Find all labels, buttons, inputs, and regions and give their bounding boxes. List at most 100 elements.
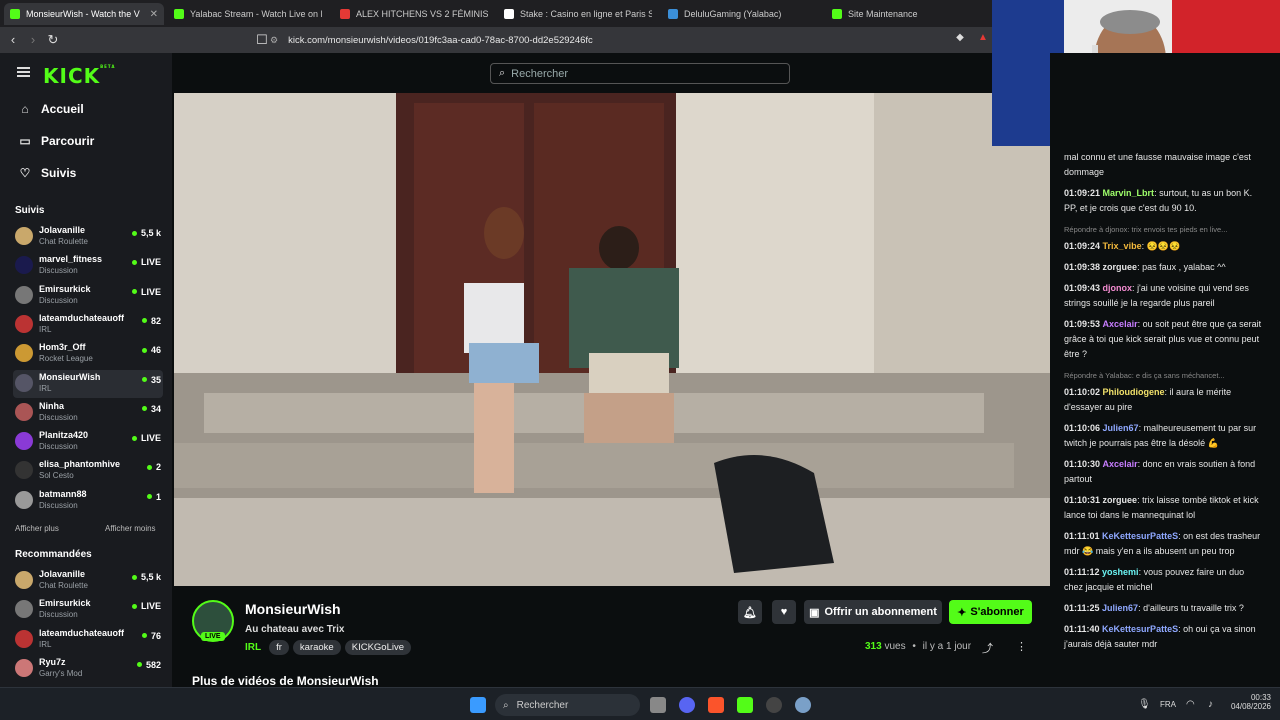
tag-chip[interactable]: karaoke <box>292 640 341 655</box>
gift-sub-button[interactable]: ▣ Offrir un abonnement <box>804 600 942 624</box>
browser-tab[interactable]: Stake : Casino en ligne et Paris Sports <box>498 3 658 25</box>
video-player[interactable] <box>174 93 1050 586</box>
chat-reply-context: Répondre à Yalabac: e dis ça sans méchan… <box>1064 371 1225 380</box>
subscribe-button[interactable]: ✦ S'abonner <box>949 600 1032 624</box>
sidebar-channel[interactable]: Jolavanille Chat Roulette 5,5 k <box>13 223 163 251</box>
channel-category: Discussion <box>39 266 78 276</box>
viewer-count: 1 <box>147 492 161 502</box>
category-link[interactable]: IRL <box>245 642 261 653</box>
sidebar-channel[interactable]: Planitza420 Discussion LIVE <box>13 428 163 456</box>
chat-username[interactable]: zorguee <box>1103 495 1138 505</box>
chat-message: 01:11:01 KeKettesurPatteS: on est des tr… <box>1064 531 1261 556</box>
site-info-icon[interactable]: ⚙ <box>270 35 278 46</box>
nav-browse[interactable]: ▭ Parcourir <box>18 134 94 148</box>
more-options-icon[interactable]: ⋮ <box>1016 640 1027 653</box>
microphone-icon[interactable]: 🎙︎ <box>1138 699 1151 710</box>
chat-username[interactable]: Axcelair <box>1103 319 1138 329</box>
channel-name: elisa_phantomhive <box>39 459 121 470</box>
channel-name[interactable]: MonsieurWish <box>245 601 341 617</box>
chat-message: 01:09:43 djonox: j'ai une voisine qui ve… <box>1064 283 1249 308</box>
channel-category: Discussion <box>39 295 78 305</box>
sidebar-channel[interactable]: batmann88 Discussion 1 <box>13 487 163 515</box>
extension-icon[interactable]: ▲ <box>975 32 991 43</box>
chat-username[interactable]: Marvin_Lbrt <box>1103 188 1155 198</box>
chat-text: mal connu et une fausse mauvaise image c… <box>1064 152 1251 177</box>
reload-icon[interactable]: ↻ <box>45 32 61 48</box>
taskbar-search[interactable]: ⌕ Rechercher <box>495 694 640 716</box>
avatar <box>15 314 33 333</box>
show-less-link[interactable]: Afficher moins <box>105 524 156 533</box>
chat-username[interactable]: Philoudiogene <box>1103 387 1165 397</box>
chat-username[interactable]: Trix_vibe <box>1103 241 1142 251</box>
app-icon[interactable] <box>766 697 782 713</box>
nav-home[interactable]: ⌂ Accueil <box>18 102 83 116</box>
chat-username[interactable]: zorguee <box>1103 262 1138 272</box>
viewer-count: 582 <box>137 660 161 670</box>
volume-icon[interactable]: ♪ <box>1208 699 1213 710</box>
browser-tab[interactable]: DeluluGaming (Yalabac) <box>662 3 822 25</box>
sidebar-channel[interactable]: MonsieurWish IRL 35 <box>13 369 163 398</box>
channel-name: lateamduchateauoff <box>39 312 125 323</box>
chat-username[interactable]: djonox <box>1103 283 1133 293</box>
shield-icon[interactable]: ◆ <box>952 32 968 43</box>
chat-username[interactable]: yoshemi <box>1102 567 1139 577</box>
chat-timestamp: 01:09:53 <box>1064 319 1101 329</box>
avatar <box>15 402 33 421</box>
url-field[interactable]: ⚙ kick.com/monsieurwish/videos/019fc3aa-… <box>270 31 990 49</box>
brave-icon[interactable] <box>708 697 724 713</box>
sidebar-channel[interactable]: marvel_fitness Discussion LIVE <box>13 252 163 280</box>
video-age: il y a 1 jour <box>922 641 972 652</box>
browser-tab[interactable]: Site Maintenance <box>826 3 976 25</box>
language-indicator[interactable]: FRA <box>1160 700 1176 709</box>
chat-username[interactable]: Julien67 <box>1102 603 1138 613</box>
avatar <box>15 461 33 480</box>
sidebar-channel[interactable]: Emirsurkick Discussion LIVE <box>13 596 163 624</box>
tag-chip[interactable]: KICKGoLive <box>344 640 412 655</box>
chat-username[interactable]: Julien67 <box>1103 423 1139 433</box>
viewer-count: LIVE <box>132 433 161 443</box>
share-icon[interactable]: ⤴ <box>982 640 993 656</box>
chat-message: 01:11:12 yoshemi: vous pouvez faire un d… <box>1064 567 1245 592</box>
browser-tab[interactable]: MonsieurWish - Watch the V ✕ <box>4 3 164 25</box>
avatar <box>15 490 33 509</box>
viewer-count: 35 <box>142 375 161 385</box>
chat-username[interactable]: Axcelair <box>1103 459 1138 469</box>
nav-following[interactable]: ♡ Suivis <box>18 166 77 180</box>
avatar <box>15 629 33 648</box>
show-more-link[interactable]: Afficher plus <box>15 524 59 533</box>
chat-timestamp: 01:09:43 <box>1064 283 1101 293</box>
sidebar-channel[interactable]: Jolavanille Chat Roulette 5,5 k <box>13 567 163 595</box>
tag-chip[interactable]: fr <box>269 640 289 655</box>
sidebar-channel[interactable]: Emirsurkick Discussion LIVE <box>13 282 163 310</box>
sidebar-channel[interactable]: lateamduchateauoff IRL 82 <box>13 311 163 339</box>
close-tab-icon[interactable]: ✕ <box>150 9 158 20</box>
chat-username[interactable]: KeKettesurPatteS <box>1102 531 1178 541</box>
tab-favicon-icon <box>340 9 350 19</box>
browser-tab[interactable]: ALEX HITCHENS VS 2 FÉMINISTES ! <box>334 3 494 25</box>
kick-app-icon[interactable] <box>737 697 753 713</box>
start-icon[interactable] <box>470 697 486 713</box>
sidebar-channel[interactable]: Hom3r_Off Rocket League 46 <box>13 340 163 368</box>
clock[interactable]: 00:33 04/08/2026 <box>1226 693 1271 711</box>
task-view-icon[interactable] <box>650 697 666 713</box>
bookmark-icon[interactable]: ☐ <box>254 32 270 48</box>
bell-icon[interactable]: 🔔︎ <box>738 600 762 624</box>
discord-icon[interactable] <box>679 697 695 713</box>
chat-timestamp: 01:09:24 <box>1064 241 1101 251</box>
sidebar-channel[interactable]: Ninha Discussion 34 <box>13 399 163 427</box>
browser-tab[interactable]: Yalabac Stream - Watch Live on Kick <box>168 3 328 25</box>
search-input[interactable]: ⌕ Rechercher <box>490 63 790 84</box>
tab-title: Yalabac Stream - Watch Live on Kick <box>190 9 322 19</box>
back-icon[interactable]: ‹ <box>5 32 21 47</box>
sidebar-channel[interactable]: elisa_phantomhive Sol Cesto 2 <box>13 457 163 485</box>
forward-icon[interactable]: › <box>25 32 41 47</box>
avatar <box>15 432 33 451</box>
heart-button[interactable]: ♥ <box>772 600 796 624</box>
kick-logo[interactable]: KICKBETA <box>43 64 115 88</box>
chat-username[interactable]: KeKettesurPatteS <box>1102 624 1178 634</box>
menu-icon[interactable] <box>17 67 30 77</box>
sidebar-channel[interactable]: Ryu7z Garry's Mod 582 <box>13 655 163 683</box>
sidebar-channel[interactable]: lateamduchateauoff IRL 76 <box>13 626 163 654</box>
settings-icon[interactable] <box>795 697 811 713</box>
network-icon[interactable]: ◠ <box>1186 699 1195 710</box>
